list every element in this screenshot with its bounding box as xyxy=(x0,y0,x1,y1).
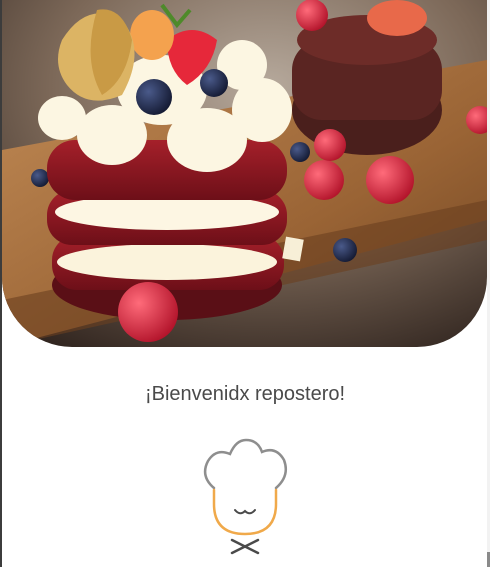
welcome-message: ¡Bienvenidx repostero! xyxy=(144,383,346,405)
chef-hat-icon xyxy=(200,436,290,560)
hero-cake-image xyxy=(2,0,487,347)
